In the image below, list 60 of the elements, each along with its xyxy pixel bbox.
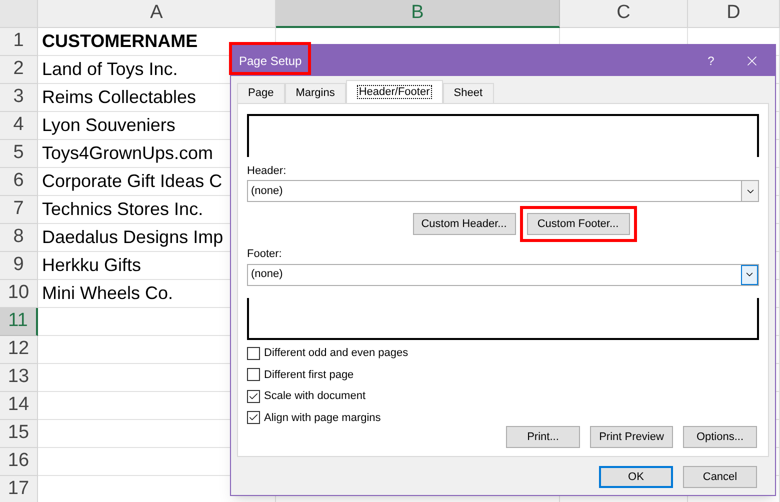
cell-text: Daedalus Designs Imp: [42, 226, 224, 249]
checkbox[interactable]: [247, 390, 260, 403]
field-label: Footer:: [247, 247, 283, 262]
cell-text: Lyon Souveniers: [42, 114, 176, 137]
cell-text: Land of Toys Inc.: [42, 58, 178, 81]
row-header[interactable]: 5: [0, 140, 38, 168]
checkbox-label: Different first page: [264, 368, 354, 382]
help-button[interactable]: ?: [693, 45, 729, 76]
checkbox[interactable]: [247, 346, 260, 360]
cell-text: Toys4GrownUps.com: [42, 142, 214, 165]
cell-text: Corporate Gift Ideas C: [42, 170, 222, 193]
row-header[interactable]: 11: [0, 308, 38, 336]
row-header[interactable]: 7: [0, 196, 38, 224]
checkbox-label: Different odd and even pages: [264, 346, 408, 361]
row-header[interactable]: 9: [0, 252, 38, 280]
dialog-button[interactable]: Cancel: [683, 466, 757, 488]
column-header[interactable]: D: [688, 0, 780, 28]
dialog-button[interactable]: Print Preview: [590, 426, 673, 448]
dropdown-field[interactable]: (none): [247, 180, 759, 202]
checkbox-label: Scale with document: [264, 389, 366, 404]
tab[interactable]: Page: [237, 83, 285, 103]
cell-text: Technics Stores Inc.: [42, 198, 204, 221]
tab[interactable]: Margins: [284, 83, 346, 103]
row-header[interactable]: 10: [0, 280, 38, 308]
tab[interactable]: Header/Footer: [346, 80, 443, 103]
cell-text: Reims Collectables: [42, 86, 196, 109]
column-header[interactable]: C: [560, 0, 688, 28]
row-header[interactable]: 13: [0, 364, 38, 392]
dropdown-arrow-button[interactable]: [741, 264, 758, 284]
row-header[interactable]: 3: [0, 84, 38, 112]
tab[interactable]: Sheet: [442, 83, 494, 103]
cell-text: Herkku Gifts: [42, 254, 142, 277]
row-header[interactable]: 8: [0, 224, 38, 252]
checkbox-label: Align with page margins: [264, 410, 381, 426]
cell-text: Mini Wheels Co.: [42, 282, 174, 305]
checkbox[interactable]: [247, 411, 260, 424]
row-header[interactable]: 12: [0, 336, 38, 364]
dialog-button[interactable]: Custom Header...: [412, 213, 516, 235]
check-icon: [248, 390, 259, 402]
column-header[interactable]: A: [38, 0, 276, 28]
row-header[interactable]: 17: [0, 476, 38, 502]
row-header[interactable]: 4: [0, 112, 38, 140]
row-header[interactable]: 2: [0, 56, 38, 84]
dialog-button[interactable]: Print...: [506, 426, 580, 448]
window-title: Page Setup: [239, 52, 302, 70]
dialog-button[interactable]: OK: [599, 466, 673, 488]
field-label: Header:: [247, 164, 288, 178]
row-header[interactable]: 15: [0, 420, 38, 448]
row-header[interactable]: 16: [0, 448, 38, 476]
dropdown-value: (none): [250, 267, 284, 282]
row-header[interactable]: 6: [0, 168, 38, 196]
dialog-button[interactable]: Custom Footer...: [526, 213, 630, 235]
dialog-button[interactable]: Options...: [683, 426, 757, 448]
dropdown-value: (none): [250, 184, 284, 199]
checkbox[interactable]: [247, 368, 260, 382]
cell-text: CUSTOMERNAME: [42, 30, 198, 53]
row-header[interactable]: 1: [0, 28, 38, 56]
row-header[interactable]: 14: [0, 392, 38, 420]
column-header[interactable]: B: [276, 0, 560, 28]
dropdown-field[interactable]: (none): [247, 264, 759, 286]
